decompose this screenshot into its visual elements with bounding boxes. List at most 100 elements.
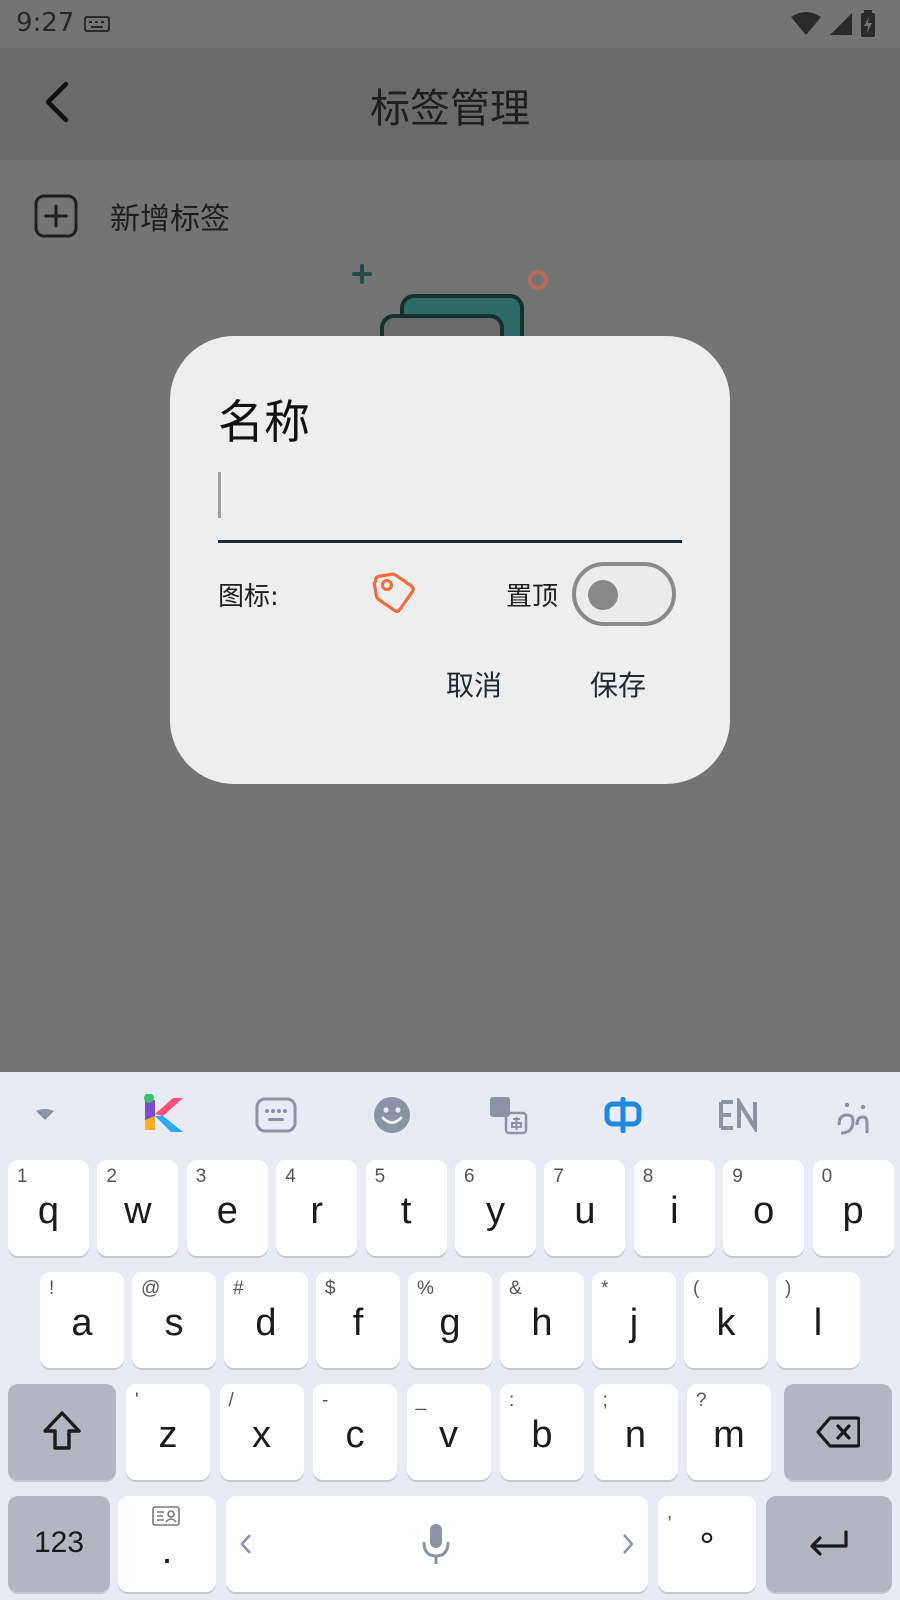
dot-key-label: . xyxy=(161,1530,173,1572)
battery-icon xyxy=(861,10,875,37)
uyghur-input-icon[interactable] xyxy=(826,1090,876,1140)
add-tag-row[interactable]: 新增标签 xyxy=(34,192,230,240)
key-hint: 7 xyxy=(553,1166,564,1187)
key-label: x xyxy=(252,1414,271,1456)
status-bar: 9:27 xyxy=(0,0,900,48)
backspace-icon xyxy=(816,1416,860,1448)
key-label: j xyxy=(629,1302,639,1344)
english-input-icon[interactable] xyxy=(714,1090,764,1140)
key-hint: 2 xyxy=(106,1166,117,1187)
cursor-right-icon xyxy=(623,1534,634,1554)
key-hint: 8 xyxy=(642,1166,654,1187)
key-hint: 5 xyxy=(374,1166,386,1187)
icon-label: 图标: xyxy=(218,582,279,612)
key-h[interactable]: & h xyxy=(500,1272,584,1368)
signal-icon xyxy=(830,13,852,35)
key-label: q xyxy=(37,1190,60,1232)
key-hint: ! xyxy=(49,1278,55,1299)
numbers-key-label: 123 xyxy=(33,1526,85,1559)
key-f[interactable]: $ f xyxy=(316,1272,400,1368)
space-key[interactable] xyxy=(226,1496,648,1592)
add-tag-label: 新增标签 xyxy=(110,202,230,237)
key-label: b xyxy=(531,1414,553,1456)
shift-key[interactable] xyxy=(8,1384,116,1480)
keyboard-status-icon xyxy=(84,16,110,32)
name-dialog: 名称 图标: 置顶 取消 保存 xyxy=(170,336,730,784)
chinese-input-icon[interactable] xyxy=(598,1090,648,1140)
key-s[interactable]: @ s xyxy=(132,1272,216,1368)
tag-icon[interactable] xyxy=(370,568,418,616)
key-i[interactable]: 8i xyxy=(633,1160,715,1256)
key-hint: 9 xyxy=(732,1166,743,1187)
soft-keyboard: 1 q 2 w 3 e 4 r 5 t 6 y 7 u 8 i 9 o 0 p! a @ s # d $ f% g & h * j(k) l ' z… xyxy=(0,1072,900,1600)
key-t[interactable]: 5t xyxy=(365,1160,447,1256)
keyboard-toolbar xyxy=(0,1072,900,1158)
kika-logo-icon[interactable] xyxy=(137,1090,187,1140)
key-label: k xyxy=(716,1302,736,1344)
key-v[interactable]: _ v xyxy=(406,1384,491,1480)
key-hint: ' xyxy=(135,1390,139,1411)
key-hint: : xyxy=(509,1390,515,1411)
comma-key[interactable]: , ° xyxy=(658,1496,756,1592)
keyboard-layout-icon[interactable] xyxy=(251,1090,301,1140)
app-bar: 标签管理 xyxy=(0,48,900,160)
key-m[interactable]: ? m xyxy=(687,1384,771,1480)
key-n[interactable]: ; n xyxy=(593,1384,678,1480)
key-g[interactable]: % g xyxy=(408,1272,492,1368)
key-p[interactable]: 0p xyxy=(812,1160,894,1256)
key-b[interactable]: :b xyxy=(500,1384,584,1480)
key-label: t xyxy=(400,1190,412,1232)
shift-icon xyxy=(43,1411,81,1450)
key-label: s xyxy=(164,1302,184,1344)
wifi-icon xyxy=(791,12,821,35)
key-label: g xyxy=(439,1302,461,1344)
key-label: r xyxy=(310,1190,324,1232)
key-z[interactable]: ' z xyxy=(126,1384,210,1480)
key-label: m xyxy=(713,1414,745,1456)
key-r[interactable]: 4r xyxy=(276,1160,358,1256)
pin-toggle[interactable] xyxy=(572,562,676,626)
name-input-underline xyxy=(218,540,682,543)
key-k[interactable]: (k xyxy=(684,1272,768,1368)
key-c[interactable]: -c xyxy=(313,1384,397,1480)
save-button[interactable]: 保存 xyxy=(590,664,646,704)
pin-toggle-knob xyxy=(588,580,618,610)
key-hint: ) xyxy=(785,1278,792,1299)
plus-box-icon xyxy=(34,194,78,238)
key-hint: % xyxy=(417,1278,434,1299)
backspace-key[interactable] xyxy=(784,1384,892,1480)
key-u[interactable]: 7u xyxy=(544,1160,626,1256)
translate-icon[interactable] xyxy=(483,1090,533,1140)
key-label: a xyxy=(71,1302,93,1344)
key-d[interactable]: # d xyxy=(224,1272,308,1368)
key-l[interactable]: ) l xyxy=(776,1272,860,1368)
comma-key-hint: , xyxy=(667,1502,673,1523)
numbers-key[interactable]: 123 xyxy=(8,1496,110,1592)
emoji-icon[interactable] xyxy=(367,1090,417,1140)
key-label: l xyxy=(813,1302,823,1344)
key-y[interactable]: 6y xyxy=(455,1160,536,1256)
collapse-icon[interactable] xyxy=(20,1090,70,1140)
key-label: p xyxy=(842,1190,864,1232)
key-o[interactable]: 9o xyxy=(723,1160,805,1256)
key-hint: _ xyxy=(415,1390,427,1411)
cursor-left-icon xyxy=(240,1534,251,1554)
key-label: e xyxy=(216,1190,238,1232)
cancel-button[interactable]: 取消 xyxy=(446,664,502,704)
mic-icon xyxy=(422,1524,450,1564)
dot-key[interactable]: . xyxy=(118,1496,216,1592)
key-label: i xyxy=(670,1190,679,1232)
key-hint: & xyxy=(509,1278,522,1299)
key-e[interactable]: 3e xyxy=(186,1160,268,1256)
key-w[interactable]: 2w xyxy=(97,1160,179,1256)
name-input[interactable] xyxy=(218,464,684,520)
key-a[interactable]: ! a xyxy=(40,1272,124,1368)
key-hint: 6 xyxy=(464,1166,475,1187)
key-x[interactable]: / x xyxy=(219,1384,304,1480)
enter-icon xyxy=(810,1530,848,1556)
contact-card-icon xyxy=(152,1506,180,1526)
key-hint: # xyxy=(233,1278,244,1299)
key-j[interactable]: * j xyxy=(592,1272,676,1368)
enter-key[interactable] xyxy=(766,1496,892,1592)
key-q[interactable]: 1q xyxy=(8,1160,89,1256)
